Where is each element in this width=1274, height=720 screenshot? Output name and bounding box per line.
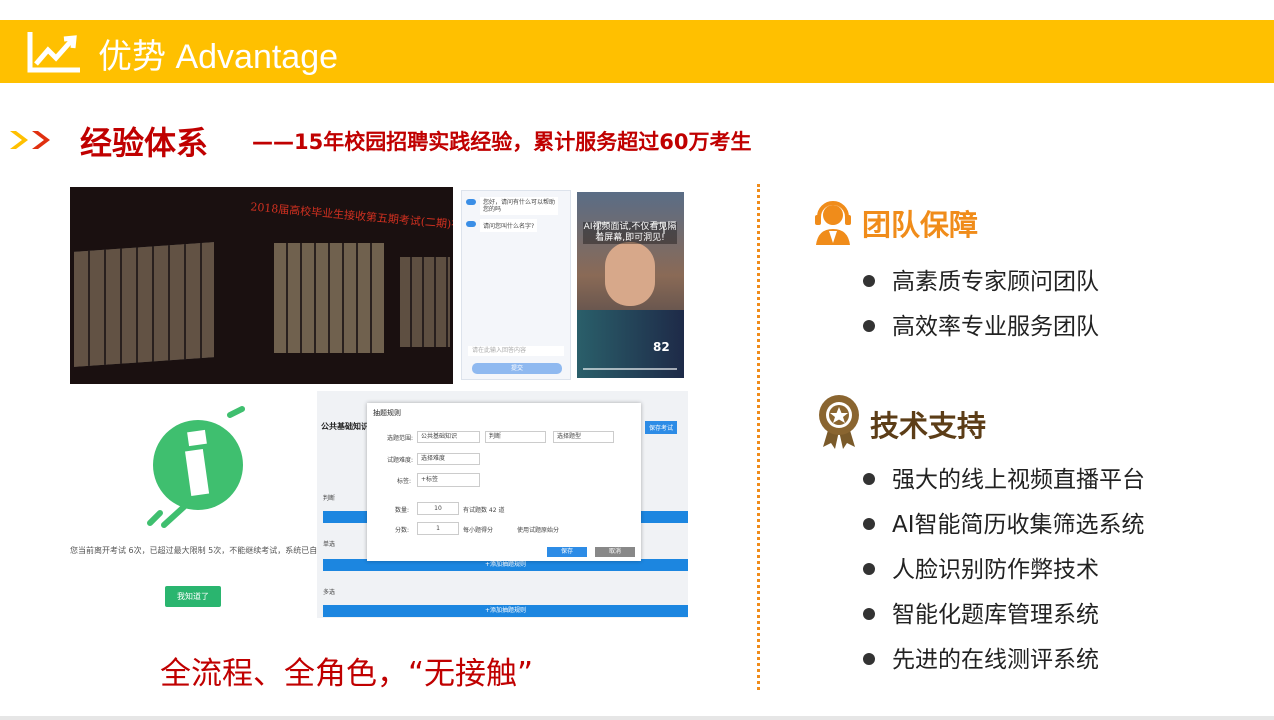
support-agent-icon	[815, 201, 851, 245]
dialog-save-button[interactable]: 保存	[547, 547, 587, 557]
section-title: 经验体系	[80, 124, 209, 162]
ai-caption: AI视频面试,不仅看见隔着屏幕,即可洞见!	[583, 222, 677, 244]
add-rule-button[interactable]: +添加抽题规则	[323, 605, 688, 617]
award-badge-icon	[819, 395, 859, 449]
tech-item: 智能化题库管理系统	[863, 595, 1099, 628]
header-bar: 优势 Advantage	[0, 20, 1274, 83]
range-label: 选题范围:	[387, 435, 414, 442]
category-select[interactable]: 公共基础知识	[417, 431, 480, 443]
bullet-icon	[863, 274, 875, 287]
slogan-text: 全流程、全角色，“无接触”	[160, 656, 534, 692]
count-label: 数量:	[395, 507, 410, 514]
tech-item: 人脸识别防作弊技术	[863, 550, 1099, 583]
ai-video-interview-screenshot: AI视频面试,不仅看见隔着屏幕,即可洞见! 82	[577, 192, 684, 378]
tech-item: 强大的线上视频直播平台	[863, 460, 1145, 493]
bullet-icon	[863, 607, 875, 620]
rule-dialog: 抽题规则 选题范围: 公共基础知识 判断 选择题型 试题难度: 选择难度 标签:…	[367, 403, 641, 561]
trend-chart-icon	[27, 32, 80, 73]
ai-chat-screenshot: 您好，请问有什么可以帮助您的吗 请问您叫什么名字? 请在此输入回答内容 提交	[461, 190, 571, 380]
score-stepper[interactable]: 1	[417, 522, 459, 535]
count-stepper[interactable]: 10	[417, 502, 459, 515]
score-label: 分数:	[395, 527, 410, 534]
online-exam-wall-photo: 2018届高校毕业生接收第五期考试(二期)在线考场	[70, 187, 453, 384]
bot-avatar-icon	[466, 199, 476, 205]
info-badge-icon	[147, 406, 245, 528]
ai-score: 82	[653, 340, 670, 354]
video-grid-left	[74, 242, 214, 367]
chat-input[interactable]: 请在此输入回答内容	[468, 346, 564, 356]
exam-warning-text: 您当前离开考试 6次，已超过最大限制 5次，不能继续考试，系统已自动交卷!	[70, 546, 345, 555]
tech-item: 先进的在线测评系统	[863, 640, 1099, 673]
bullet-icon	[863, 562, 875, 575]
difficulty-label: 试题难度:	[387, 457, 414, 464]
video-progress-bar[interactable]	[583, 368, 677, 370]
admin-section-label: 单选	[323, 541, 336, 548]
footer-line	[0, 716, 1274, 720]
banner-text: 2018届高校毕业生接收第五期考试(二期)在线考场	[249, 200, 453, 235]
video-grid-center	[274, 243, 384, 353]
bullet-icon	[863, 472, 875, 485]
bullet-icon	[863, 319, 875, 332]
admin-section-label: 多选	[323, 589, 336, 596]
difficulty-select[interactable]: 选择难度	[417, 453, 480, 465]
dotted-divider	[757, 184, 760, 690]
team-title: 团队保障	[862, 208, 979, 242]
original-score-checkbox[interactable]: 使用试题原始分	[517, 525, 559, 534]
face-image	[605, 242, 655, 306]
chat-bubble: 您好，请问有什么可以帮助您的吗	[480, 197, 558, 215]
tag-label: 标签:	[397, 478, 412, 485]
video-grid-right	[400, 257, 450, 347]
dialog-title: 抽题规则	[373, 409, 401, 417]
admin-section-label: 判断	[323, 495, 336, 502]
team-item: 高素质专家顾问团队	[863, 262, 1099, 295]
section-subtitle: ——15年校园招聘实践经验，累计服务超过60万考生	[252, 130, 752, 154]
save-exam-button[interactable]: 保存考试	[645, 421, 678, 434]
chat-bubble: 请问您叫什么名字?	[480, 219, 538, 232]
score-hint: 每小题得分	[463, 527, 494, 534]
tag-input[interactable]: +标签	[417, 473, 480, 487]
team-item: 高效率专业服务团队	[863, 307, 1099, 340]
type-select[interactable]: 判断	[485, 431, 546, 443]
tech-title: 技术支持	[870, 409, 987, 443]
double-chevron-icon	[10, 131, 50, 149]
bullet-icon	[863, 517, 875, 530]
page-title: 优势 Advantage	[98, 38, 339, 76]
question-type-select[interactable]: 选择题型	[553, 431, 614, 443]
acknowledge-button[interactable]: 我知道了	[165, 586, 221, 607]
chat-submit-button[interactable]: 提交	[472, 363, 562, 374]
question-rule-screenshot: 公共基础知识1 保存考试 判断 单选 +添加抽题规则 多选 +添加抽题规则 抽题…	[317, 391, 688, 618]
bot-avatar-icon	[466, 221, 476, 227]
dialog-cancel-button[interactable]: 取消	[595, 547, 635, 557]
bullet-icon	[863, 652, 875, 665]
count-hint: 有试题数 42 道	[463, 507, 505, 514]
tech-item: AI智能简历收集筛选系统	[863, 505, 1145, 538]
